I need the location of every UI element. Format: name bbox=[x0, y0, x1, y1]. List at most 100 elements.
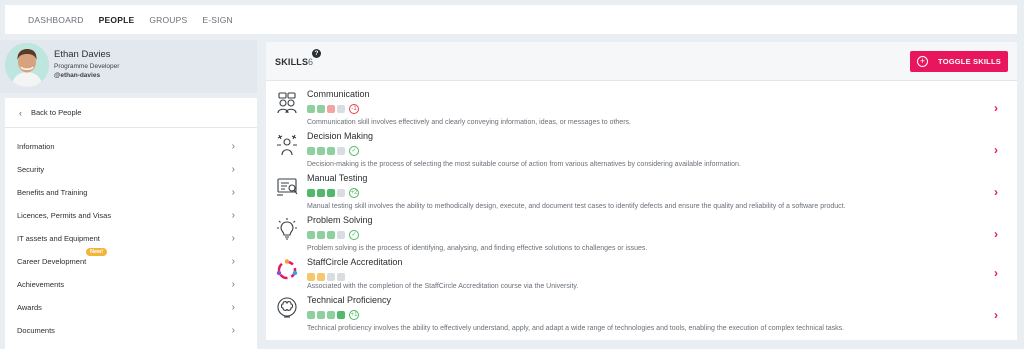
chevron-right-icon[interactable]: › bbox=[994, 227, 998, 241]
sidebar-item-label: IT assets and Equipment bbox=[17, 234, 100, 243]
level-dot bbox=[307, 273, 315, 281]
level-dot bbox=[327, 311, 335, 319]
level-dot bbox=[337, 147, 345, 155]
avatar-portrait-icon bbox=[5, 43, 49, 87]
sidebar-item-awards[interactable]: Awards › bbox=[5, 296, 257, 319]
sidebar-item-career-development[interactable]: Career Development New! › bbox=[5, 248, 257, 273]
skill-level-indicator: ✓ bbox=[307, 146, 359, 156]
skill-level-indicator: +2 bbox=[307, 188, 359, 198]
skill-description: Problem solving is the process of identi… bbox=[307, 245, 648, 252]
brain-gear-icon bbox=[277, 297, 297, 318]
staffcircle-logo-icon bbox=[276, 259, 298, 280]
skill-name: StaffCircle Accreditation bbox=[307, 257, 403, 267]
skill-level-indicator: -1 bbox=[307, 104, 359, 114]
toggle-skills-label: TOGGLE SKILLS bbox=[938, 57, 1001, 66]
decision-icon bbox=[277, 134, 297, 156]
level-dot bbox=[307, 105, 315, 113]
skill-name: Decision Making bbox=[307, 131, 374, 141]
chevron-right-icon[interactable]: › bbox=[994, 143, 998, 157]
avatar[interactable] bbox=[5, 43, 49, 87]
sidebar-item-licences[interactable]: Licences, Permits and Visas › bbox=[5, 204, 257, 227]
level-dot bbox=[327, 231, 335, 239]
level-dot bbox=[327, 147, 335, 155]
new-badge: New! bbox=[86, 248, 108, 256]
skills-count: 6 bbox=[308, 57, 314, 67]
profile-header: Ethan Davies Programme Developer @ethan-… bbox=[0, 40, 257, 93]
skill-description: Manual testing skill involves the abilit… bbox=[307, 203, 846, 210]
skill-description: Technical proficiency involves the abili… bbox=[307, 325, 845, 332]
chevron-right-icon: › bbox=[231, 302, 235, 313]
skill-name: Technical Proficiency bbox=[307, 295, 392, 305]
sidebar-item-security[interactable]: Security › bbox=[5, 158, 257, 181]
level-dot bbox=[317, 147, 325, 155]
chevron-right-icon: › bbox=[231, 210, 235, 221]
nav-tab-dashboard[interactable]: DASHBOARD bbox=[28, 15, 84, 25]
chevron-right-icon: › bbox=[231, 233, 235, 244]
sidebar-item-label: Licences, Permits and Visas bbox=[17, 211, 112, 220]
nav-tab-esign[interactable]: E-SIGN bbox=[202, 15, 232, 25]
skill-row-technical-proficiency[interactable]: Technical Proficiency +1 Technical profi… bbox=[266, 295, 1017, 337]
top-navigation-bar: DASHBOARD PEOPLE GROUPS E-SIGN bbox=[5, 5, 1017, 34]
sidebar-item-achievements[interactable]: Achievements › bbox=[5, 273, 257, 296]
sidebar-item-benefits-training[interactable]: Benefits and Training › bbox=[5, 181, 257, 204]
nav-tab-groups[interactable]: GROUPS bbox=[149, 15, 187, 25]
level-dot bbox=[317, 105, 325, 113]
skill-row-staffcircle-accreditation[interactable]: StaffCircle Accreditation Associated wit… bbox=[266, 257, 1017, 293]
sidebar-item-label: Achievements bbox=[17, 280, 65, 289]
skill-description: Communication skill involves effectively… bbox=[307, 119, 631, 126]
lightbulb-icon bbox=[277, 218, 297, 240]
sidebar-item-label: Documents bbox=[17, 326, 55, 335]
nav-tab-people[interactable]: PEOPLE bbox=[99, 15, 135, 25]
skill-level-indicator: +1 bbox=[307, 310, 359, 320]
sidebar-item-label: Benefits and Training bbox=[17, 188, 88, 197]
level-dot bbox=[307, 147, 315, 155]
chevron-right-icon: › bbox=[231, 187, 235, 198]
level-change-icon: +1 bbox=[349, 310, 359, 320]
back-to-people-link[interactable]: ‹ Back to People bbox=[5, 98, 257, 128]
toggle-skills-button[interactable]: + TOGGLE SKILLS bbox=[910, 51, 1008, 72]
sidebar-item-documents[interactable]: Documents › bbox=[5, 319, 257, 342]
skill-row-manual-testing[interactable]: Manual Testing +2 Manual testing skill i… bbox=[266, 173, 1017, 213]
skills-panel: SKILLS ? 6 + TOGGLE SKILLS Communication… bbox=[266, 42, 1017, 340]
level-dot bbox=[317, 189, 325, 197]
level-dot bbox=[307, 311, 315, 319]
level-dot bbox=[327, 273, 335, 281]
skill-level-indicator bbox=[307, 272, 347, 282]
plus-circle-icon: + bbox=[917, 56, 929, 67]
profile-role: Programme Developer bbox=[54, 63, 120, 70]
profile-handle: @ethan-davies bbox=[54, 72, 101, 79]
sidebar-item-it-assets[interactable]: IT assets and Equipment › bbox=[5, 227, 257, 250]
skill-name: Problem Solving bbox=[307, 215, 373, 225]
skill-level-indicator: ✓ bbox=[307, 230, 359, 240]
chevron-right-icon[interactable]: › bbox=[994, 101, 998, 115]
level-dot bbox=[317, 273, 325, 281]
skills-panel-header: SKILLS ? 6 + TOGGLE SKILLS bbox=[266, 42, 1017, 81]
skill-name: Manual Testing bbox=[307, 173, 368, 183]
sidebar-item-label: Security bbox=[17, 165, 45, 174]
sidebar-item-label: Career Development bbox=[17, 257, 87, 266]
skill-row-decision-making[interactable]: Decision Making ✓ Decision-making is the… bbox=[266, 131, 1017, 171]
sidebar-item-information[interactable]: Information › bbox=[5, 135, 257, 158]
skill-row-communication[interactable]: Communication -1 Communication skill inv… bbox=[266, 89, 1017, 129]
sidebar: ‹ Back to People Information › Security … bbox=[5, 98, 257, 349]
chevron-right-icon[interactable]: › bbox=[994, 266, 998, 280]
testing-icon bbox=[277, 178, 298, 196]
chevron-right-icon[interactable]: › bbox=[994, 308, 998, 322]
back-to-people-label: Back to People bbox=[31, 108, 82, 117]
help-icon[interactable]: ? bbox=[312, 49, 321, 58]
skill-description: Associated with the completion of the St… bbox=[307, 283, 579, 290]
level-dot bbox=[337, 273, 345, 281]
chevron-right-icon: › bbox=[231, 141, 235, 152]
profile-name: Ethan Davies bbox=[54, 49, 111, 60]
level-dot bbox=[337, 105, 345, 113]
level-dot bbox=[337, 311, 345, 319]
level-dot bbox=[307, 189, 315, 197]
level-dot bbox=[337, 189, 345, 197]
top-navigation: DASHBOARD PEOPLE GROUPS E-SIGN bbox=[0, 0, 1024, 40]
sidebar-item-label: Information bbox=[17, 142, 55, 151]
people-talk-icon bbox=[277, 92, 297, 114]
chevron-left-icon: ‹ bbox=[19, 107, 22, 118]
skills-title: SKILLS bbox=[275, 57, 309, 67]
chevron-right-icon[interactable]: › bbox=[994, 185, 998, 199]
skill-row-problem-solving[interactable]: Problem Solving ✓ Problem solving is the… bbox=[266, 215, 1017, 255]
